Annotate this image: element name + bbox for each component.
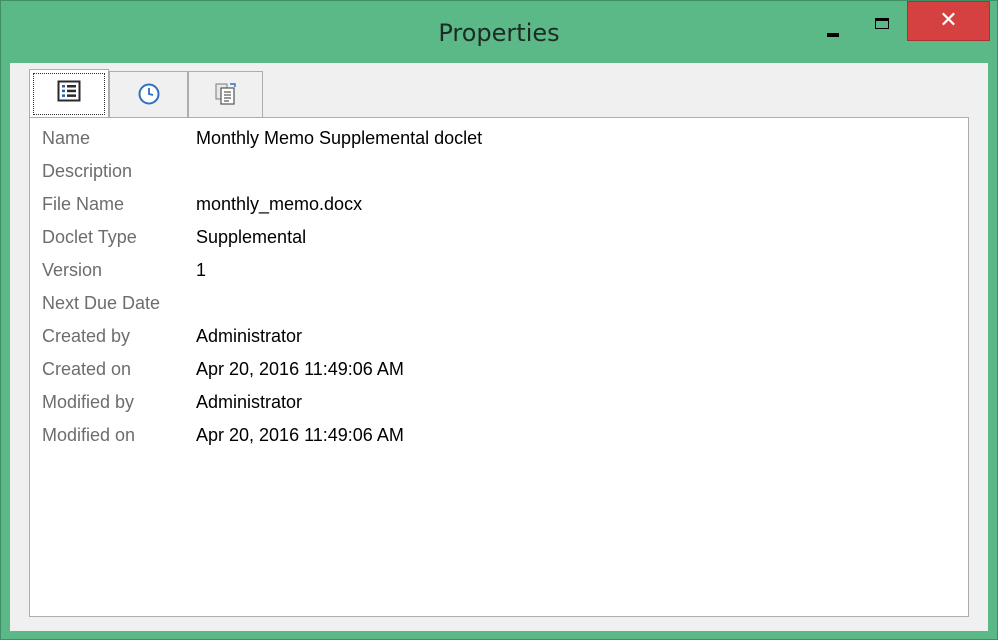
- property-label: Doclet Type: [42, 227, 137, 247]
- property-label: Created on: [42, 359, 132, 379]
- properties-panel: Name Monthly Memo Supplemental doclet De…: [29, 117, 969, 617]
- minimize-icon: [827, 33, 839, 37]
- dialog-client-area: Name Monthly Memo Supplemental doclet De…: [10, 63, 988, 631]
- property-row-name: Name Monthly Memo Supplemental doclet: [30, 122, 968, 154]
- property-row-next-due-date: Next Due Date: [30, 287, 968, 319]
- property-label: Version: [42, 260, 103, 280]
- tab-properties[interactable]: [29, 69, 109, 118]
- property-label: Modified on: [42, 425, 136, 445]
- property-row-modified-on: Modified on Apr 20, 2016 11:49:06 AM: [30, 419, 968, 451]
- properties-window: Properties ✕ Name Monthly Memo Supplemen…: [0, 0, 998, 640]
- property-label: File Name: [42, 194, 125, 214]
- document-copy-icon: [189, 82, 262, 110]
- property-label: Description: [42, 161, 133, 181]
- property-row-file-name: File Name monthly_memo.docx: [30, 188, 968, 220]
- property-value: Apr 20, 2016 11:49:06 AM: [196, 425, 404, 445]
- property-value: Administrator: [196, 392, 303, 412]
- property-label: Created by: [42, 326, 131, 346]
- tab-document[interactable]: [188, 71, 263, 117]
- tab-history[interactable]: [109, 71, 188, 117]
- property-row-version: Version 1: [30, 254, 968, 286]
- property-value: Apr 20, 2016 11:49:06 AM: [196, 359, 404, 379]
- title-bar[interactable]: Properties ✕: [1, 1, 997, 63]
- property-row-doclet-type: Doclet Type Supplemental: [30, 221, 968, 253]
- close-button[interactable]: ✕: [907, 1, 990, 41]
- properties-list: Name Monthly Memo Supplemental doclet De…: [30, 118, 968, 616]
- property-label: Name: [42, 128, 91, 148]
- property-label: Modified by: [42, 392, 135, 412]
- close-icon: ✕: [939, 8, 958, 33]
- maximize-icon: [875, 18, 889, 29]
- minimize-button[interactable]: [813, 5, 857, 39]
- property-value: Supplemental: [196, 227, 307, 247]
- maximize-button[interactable]: [859, 5, 905, 39]
- property-label: Next Due Date: [42, 293, 161, 313]
- property-value: Monthly Memo Supplemental doclet: [196, 128, 483, 148]
- property-row-created-by: Created by Administrator: [30, 320, 968, 352]
- property-value: 1: [196, 260, 207, 280]
- property-value: monthly_memo.docx: [196, 194, 363, 214]
- property-row-description: Description: [30, 155, 968, 187]
- clock-icon: [110, 82, 187, 110]
- property-value: Administrator: [196, 326, 303, 346]
- properties-list-icon: [30, 80, 108, 106]
- property-row-created-on: Created on Apr 20, 2016 11:49:06 AM: [30, 353, 968, 385]
- property-row-modified-by: Modified by Administrator: [30, 386, 968, 418]
